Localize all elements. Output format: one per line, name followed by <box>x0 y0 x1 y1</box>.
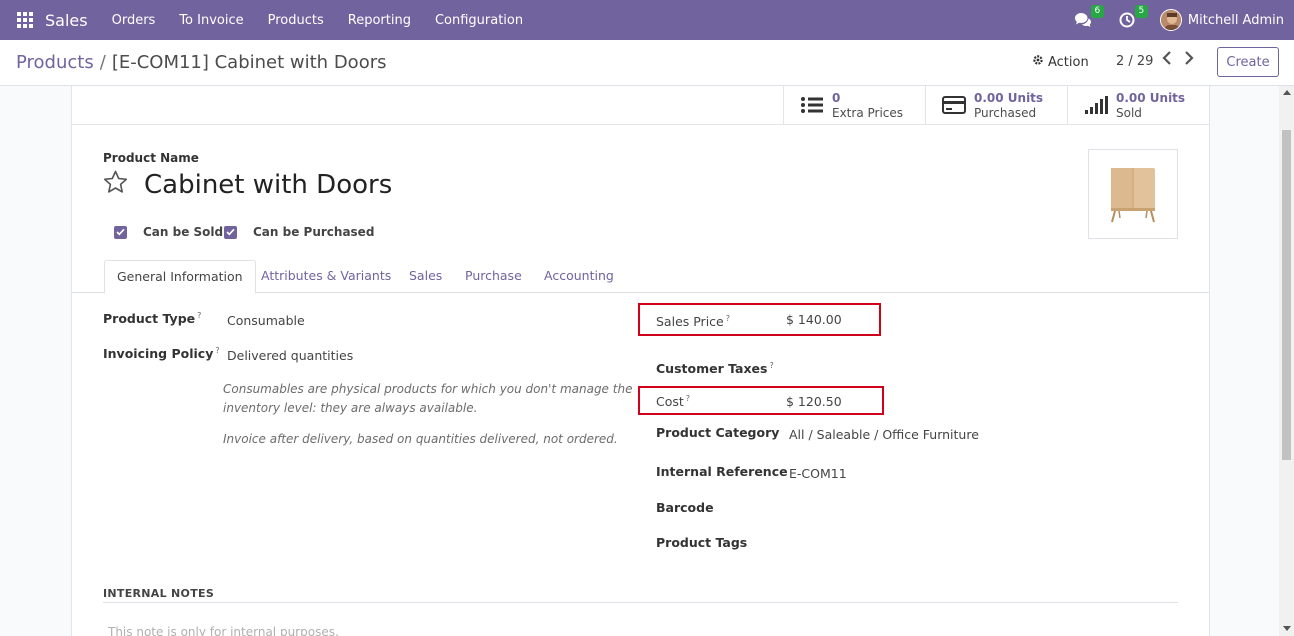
internal-reference-field[interactable]: E-COM11 <box>789 466 847 481</box>
cost-highlight <box>638 386 884 415</box>
control-panel: Products / [E-COM11] Cabinet with Doors … <box>0 40 1294 86</box>
form-sheet: 0 Extra Prices 0.00 Units Purchased 0.00… <box>71 86 1210 636</box>
extra-prices-button[interactable]: 0 Extra Prices <box>783 86 925 125</box>
scroll-up-icon[interactable] <box>1283 90 1291 95</box>
breadcrumb: Products / [E-COM11] Cabinet with Doors <box>16 52 386 73</box>
menu-reporting[interactable]: Reporting <box>348 13 411 28</box>
menu-configuration[interactable]: Configuration <box>435 13 523 28</box>
internal-notes-divider <box>103 602 1178 603</box>
list-icon <box>800 96 826 116</box>
pager-value[interactable]: 2 / 29 <box>1116 54 1153 69</box>
product-name-label: Product Name <box>103 151 199 165</box>
menu-orders[interactable]: Orders <box>112 13 156 28</box>
help-mark: ? <box>215 346 220 355</box>
barcode-label: Barcode <box>656 500 714 515</box>
product-type-field[interactable]: Consumable <box>227 313 305 328</box>
product-category-label: Product Category <box>656 425 780 440</box>
scroll-down-icon[interactable] <box>1283 626 1291 631</box>
chevron-left-icon[interactable] <box>1162 50 1172 70</box>
apps-grid-icon[interactable] <box>17 12 33 28</box>
tab-general-information[interactable]: General Information <box>104 260 256 294</box>
user-name[interactable]: Mitchell Admin <box>1188 13 1284 28</box>
invoicing-policy-label: Invoicing Policy? <box>103 346 220 362</box>
tab-sales[interactable]: Sales <box>409 260 442 293</box>
action-label: Action <box>1048 54 1089 70</box>
notebook-tabs: General Information Attributes & Variant… <box>72 260 1209 294</box>
breadcrumb-products-link[interactable]: Products <box>16 52 94 73</box>
menu-to-invoice[interactable]: To Invoice <box>179 13 243 28</box>
internal-notes-field[interactable]: This note is only for internal purposes. <box>108 625 339 636</box>
star-icon[interactable] <box>103 170 128 198</box>
chevron-right-icon[interactable] <box>1184 50 1194 70</box>
customer-taxes-label: Customer Taxes? <box>656 361 774 377</box>
tab-purchase[interactable]: Purchase <box>465 260 522 293</box>
action-button[interactable]: Action <box>1032 54 1089 70</box>
product-type-label: Product Type? <box>103 311 202 327</box>
scroll-thumb[interactable] <box>1282 130 1291 460</box>
product-tags-label: Product Tags <box>656 535 748 550</box>
sold-value: 0.00 Units <box>1116 90 1186 105</box>
product-type-help-text: Consumables are physical products for wh… <box>223 382 633 415</box>
sales-price-highlight <box>638 303 881 336</box>
sold-button[interactable]: 0.00 Units Sold <box>1067 86 1209 125</box>
breadcrumb-separator: / <box>99 52 106 73</box>
purchased-button[interactable]: 0.00 Units Purchased <box>925 86 1067 125</box>
page-scrollbar[interactable] <box>1279 86 1294 636</box>
help-mark: ? <box>197 311 202 320</box>
invoicing-policy-help-text: Invoice after delivery, based on quantit… <box>223 432 618 446</box>
can-be-sold-label: Can be Sold <box>143 225 224 239</box>
can-be-sold-checkbox[interactable] <box>114 225 127 239</box>
extra-prices-value: 0 <box>832 90 841 105</box>
tab-attributes-variants[interactable]: Attributes & Variants <box>261 260 391 293</box>
purchased-value: 0.00 Units <box>974 90 1044 105</box>
product-category-field[interactable]: All / Saleable / Office Furniture <box>789 427 979 442</box>
breadcrumb-current: [E-COM11] Cabinet with Doors <box>111 52 387 73</box>
top-navbar: Sales Orders To Invoice Products Reporti… <box>0 0 1294 40</box>
activity-badge: 5 <box>1134 5 1148 18</box>
signal-bars-icon <box>1084 95 1110 116</box>
create-button[interactable]: Create <box>1217 47 1279 77</box>
can-be-purchased-checkbox[interactable] <box>224 225 237 239</box>
extra-prices-label: Extra Prices <box>832 105 904 120</box>
product-name-field[interactable]: Cabinet with Doors <box>144 170 392 200</box>
product-image[interactable] <box>1088 149 1178 239</box>
purchased-label: Purchased <box>974 105 1037 120</box>
sold-label: Sold <box>1116 105 1142 120</box>
can-be-purchased-label: Can be Purchased <box>253 225 375 239</box>
menu-products[interactable]: Products <box>268 13 324 28</box>
can-be-sold-option[interactable]: Can be Sold <box>114 225 223 239</box>
internal-reference-label: Internal Reference <box>656 464 788 479</box>
avatar[interactable] <box>1159 9 1182 31</box>
chat-icon[interactable]: 6 <box>1072 5 1104 31</box>
gear-icon <box>1032 54 1044 70</box>
app-name[interactable]: Sales <box>45 11 88 30</box>
tab-accounting[interactable]: Accounting <box>544 260 614 293</box>
clock-icon[interactable]: 5 <box>1116 5 1148 31</box>
chat-badge: 6 <box>1090 5 1104 18</box>
internal-notes-header: INTERNAL NOTES <box>103 587 215 600</box>
smart-button-box: 0 Extra Prices 0.00 Units Purchased 0.00… <box>72 86 1209 125</box>
credit-card-icon <box>942 95 968 116</box>
invoicing-policy-field[interactable]: Delivered quantities <box>227 348 353 363</box>
can-be-purchased-option[interactable]: Can be Purchased <box>224 225 374 239</box>
